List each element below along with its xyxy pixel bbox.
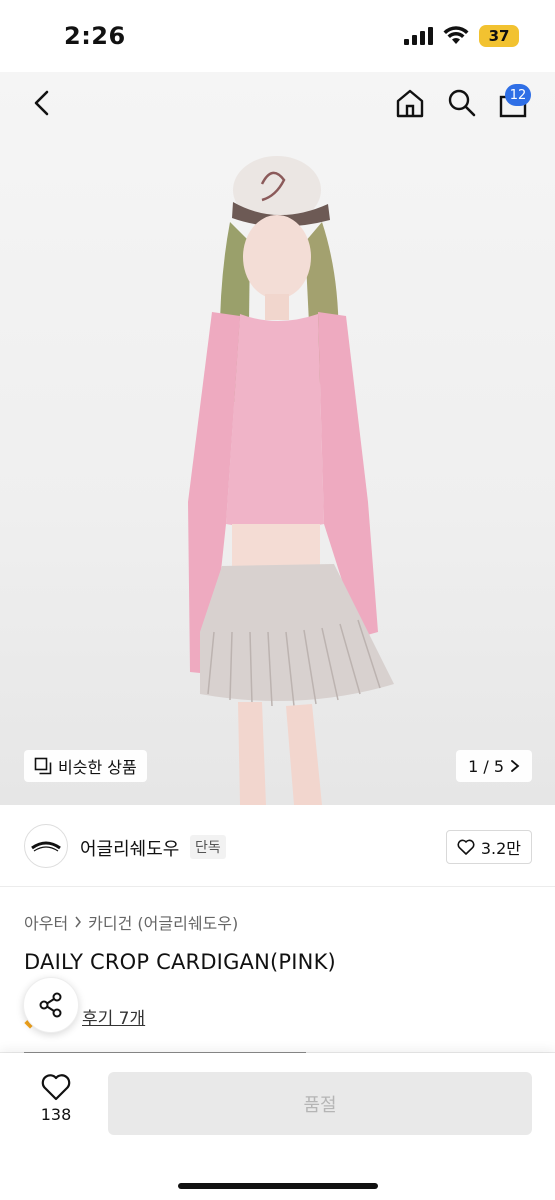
image-page-counter[interactable]: 1 / 5 (456, 750, 532, 782)
page-counter-text: 1 / 5 (468, 756, 504, 776)
similar-products-button[interactable]: 비슷한 상품 (24, 750, 147, 782)
similar-products-label: 비슷한 상품 (58, 758, 137, 777)
breadcrumb-item-cardigan[interactable]: 카디건 (어글리쉐도우) (88, 910, 238, 934)
copy-icon (34, 757, 52, 775)
battery-indicator: 37 (479, 25, 519, 47)
model-photo (188, 156, 394, 805)
home-indicator (178, 1183, 378, 1189)
brand-like-count: 3.2만 (480, 839, 521, 858)
cart-count-badge: 12 (505, 84, 531, 106)
share-icon (39, 992, 62, 1018)
home-icon (396, 89, 424, 118)
breadcrumb: 아우터 카디건 (어글리쉐도우) (24, 910, 238, 934)
soldout-button[interactable]: 품절 (108, 1072, 532, 1135)
status-bar: 2:26 37 (0, 0, 555, 72)
status-time: 2:26 (64, 22, 126, 50)
wishlist-count: 138 (40, 1105, 72, 1124)
back-button[interactable] (24, 84, 58, 122)
brand-logo-mark (31, 841, 61, 852)
brand-name[interactable]: 어글리쉐도우 (80, 835, 179, 861)
share-button[interactable] (23, 977, 79, 1033)
product-detail-screen: 2:26 37 12 비슷한 상품 1 / 5 어글리쉐도우 단독 3.2만 아… (0, 0, 555, 1200)
review-link[interactable]: 후기 7개 (82, 1004, 145, 1029)
chevron-left-icon (34, 90, 49, 116)
wishlist-button[interactable]: 138 (26, 1073, 86, 1133)
brand-row: 어글리쉐도우 단독 3.2만 (0, 805, 555, 887)
product-title: DAILY CROP CARDIGAN(PINK) (24, 950, 336, 974)
search-icon (448, 89, 476, 117)
signal-icon (404, 27, 433, 45)
search-button[interactable] (442, 84, 482, 122)
chevron-right-icon (511, 760, 520, 772)
wifi-icon (443, 26, 469, 44)
exclusive-badge: 단독 (190, 835, 226, 859)
product-image-carousel[interactable]: 12 비슷한 상품 1 / 5 (0, 72, 555, 805)
brand-logo[interactable] (24, 824, 68, 868)
heart-icon (41, 1074, 71, 1101)
bottom-action-bar: 138 품절 (0, 1053, 555, 1200)
top-navigation: 12 (0, 72, 555, 142)
brand-like-button[interactable]: 3.2만 (445, 830, 532, 864)
chevron-right-icon (75, 916, 82, 928)
heart-icon (457, 839, 475, 855)
breadcrumb-item-outer[interactable]: 아우터 (24, 910, 68, 934)
status-icons: 37 (403, 25, 519, 47)
home-button[interactable] (390, 84, 430, 122)
